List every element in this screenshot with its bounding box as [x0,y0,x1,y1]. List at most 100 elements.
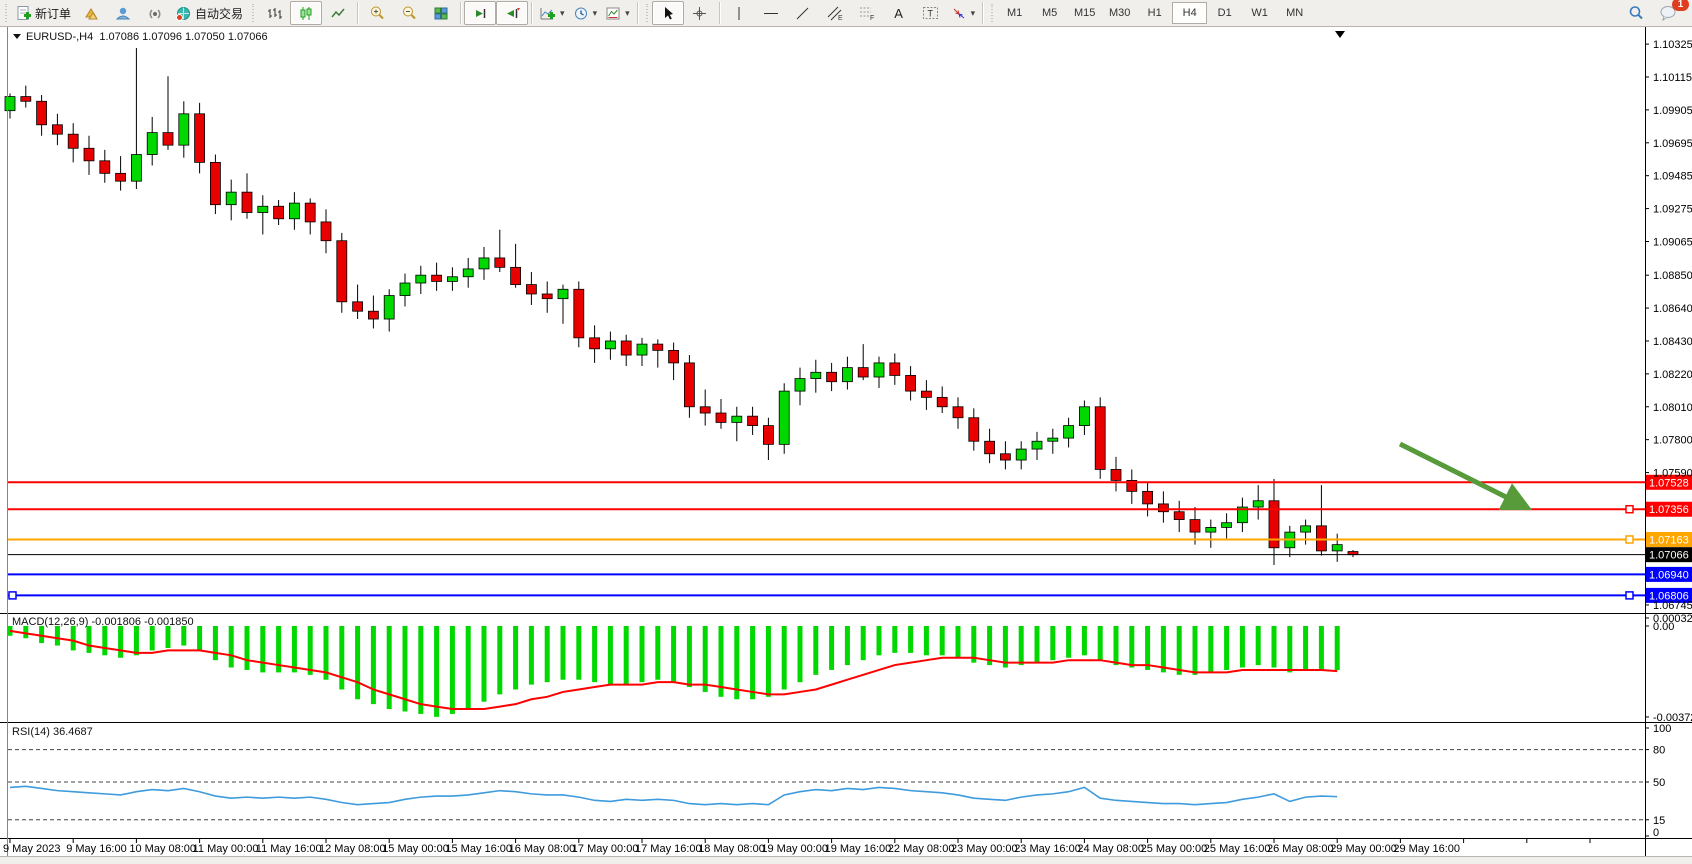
fibonacci-button[interactable]: F [851,1,883,25]
auto-trading-button[interactable]: 自动交易 [171,1,247,25]
timeframe-m15-button[interactable]: M15 [1067,2,1102,24]
rsi-axis-label: 15 [1653,815,1665,827]
time-axis-label: 25 May 00:00 [1141,843,1208,855]
macd-histogram-bar [529,626,534,685]
macd-histogram-bar [1003,626,1008,668]
equidistant-channel-button[interactable]: E [819,1,851,25]
horizontal-line-button[interactable] [755,1,787,25]
indicators-button[interactable]: ▾ [535,1,569,25]
time-axis-label: 12 May 08:00 [319,843,386,855]
candle-body [52,125,62,134]
zoom-in-icon [369,5,386,21]
macd-histogram-bar [861,626,866,660]
macd-histogram-bar [924,626,929,655]
trendline-button[interactable] [787,1,819,25]
macd-histogram-bar [1240,626,1245,668]
market-watch-button[interactable] [75,1,107,25]
timeframe-d1-button[interactable]: D1 [1207,2,1242,24]
crosshair-button[interactable] [684,1,716,25]
vertical-line-button[interactable] [723,1,755,25]
timeframe-h1-button[interactable]: H1 [1137,2,1172,24]
macd-histogram-bar [624,626,629,685]
candle-body [795,379,805,392]
candle-body [495,258,505,267]
price-axis-label: 1.10115 [1653,72,1692,84]
macd-histogram-bar [55,626,60,646]
signals-button[interactable] [139,1,171,25]
macd-histogram-bar [1335,626,1340,670]
bar-chart-icon [266,6,282,21]
timeframe-m30-button[interactable]: M30 [1102,2,1137,24]
macd-histogram-bar [1066,626,1071,658]
candle-body [748,416,758,425]
macd-histogram-bar [1319,626,1324,670]
periods-button[interactable]: ▾ [569,1,602,25]
macd-histogram-bar [1129,626,1134,668]
timeframe-w1-button[interactable]: W1 [1242,2,1277,24]
dropdown-caret-icon[interactable]: ▾ [971,8,976,19]
time-axis-label: 23 May 00:00 [951,843,1018,855]
toolbar-grip[interactable] [645,3,650,23]
macd-histogram-bar [387,626,392,709]
candle-body [21,97,31,102]
macd-histogram-bar [466,626,471,709]
macd-histogram-bar [813,626,818,675]
equidistant-channel-icon: E [826,5,843,21]
toolbar-grip[interactable] [4,3,9,23]
timeframe-h4-button[interactable]: H4 [1172,2,1207,24]
macd-histogram-bar [561,626,566,680]
price-axis-label: 1.08430 [1653,336,1692,348]
candle-body [637,344,647,355]
candle-body [653,344,663,350]
templates-button[interactable]: ▾ [601,1,634,25]
chart-dropdown-icon[interactable] [13,34,21,39]
macd-histogram-bar [1145,626,1150,670]
candle-body [937,397,947,406]
crosshair-icon [692,6,707,21]
candle-body [1316,526,1326,551]
toolbar-separator [719,2,720,24]
timeframe-m1-button[interactable]: M1 [997,2,1032,24]
toolbar-grip[interactable] [251,3,256,23]
dropdown-caret-icon[interactable]: ▾ [593,8,598,19]
arrows-button[interactable]: ▾ [947,1,980,25]
macd-histogram-bar [845,626,850,665]
notifications-button[interactable]: 1 [1652,1,1684,25]
tile-windows-button[interactable] [425,1,457,25]
time-axis-label: 19 May 00:00 [761,843,828,855]
dropdown-caret-icon[interactable]: ▾ [625,8,630,19]
macd-histogram-bar [1114,626,1119,665]
price-chart[interactable]: 1.075281.073561.071631.070661.069401.068… [0,0,1692,864]
chart-shift-button[interactable] [496,1,528,25]
auto-scroll-button[interactable] [464,1,496,25]
bar-chart-button[interactable] [258,1,290,25]
toolbar-grip[interactable] [990,3,995,23]
macd-histogram-bar [750,626,755,699]
text-icon: A [894,7,903,20]
macd-histogram-bar [956,626,961,658]
text-button[interactable]: A [883,1,915,25]
timeframe-mn-button[interactable]: MN [1277,2,1312,24]
candle-body [258,206,268,212]
macd-histogram-bar [229,626,234,668]
community-button[interactable] [107,1,139,25]
time-axis-label: 18 May 08:00 [698,843,765,855]
notification-badge: 1 [1672,0,1689,11]
macd-histogram-bar [892,626,897,653]
new-order-button[interactable]: 新订单 [11,1,75,25]
text-label-button[interactable]: T [915,1,947,25]
toolbar-separator [357,2,358,24]
candlestick-chart-button[interactable] [290,1,322,25]
zoom-out-button[interactable] [393,1,425,25]
price-axis-label: 1.08640 [1653,303,1692,315]
search-button[interactable] [1620,1,1652,25]
chart-title: EURUSD-,H4 1.07086 1.07096 1.07050 1.070… [13,31,268,43]
line-handle-marker [1626,506,1633,513]
time-axis-label: 15 May 16:00 [445,843,512,855]
zoom-in-button[interactable] [361,1,393,25]
cursor-button[interactable] [652,1,684,25]
line-chart-button[interactable] [322,1,354,25]
timeframe-m5-button[interactable]: M5 [1032,2,1067,24]
dropdown-caret-icon[interactable]: ▾ [560,8,565,19]
rsi-axis-label: 100 [1653,723,1671,735]
